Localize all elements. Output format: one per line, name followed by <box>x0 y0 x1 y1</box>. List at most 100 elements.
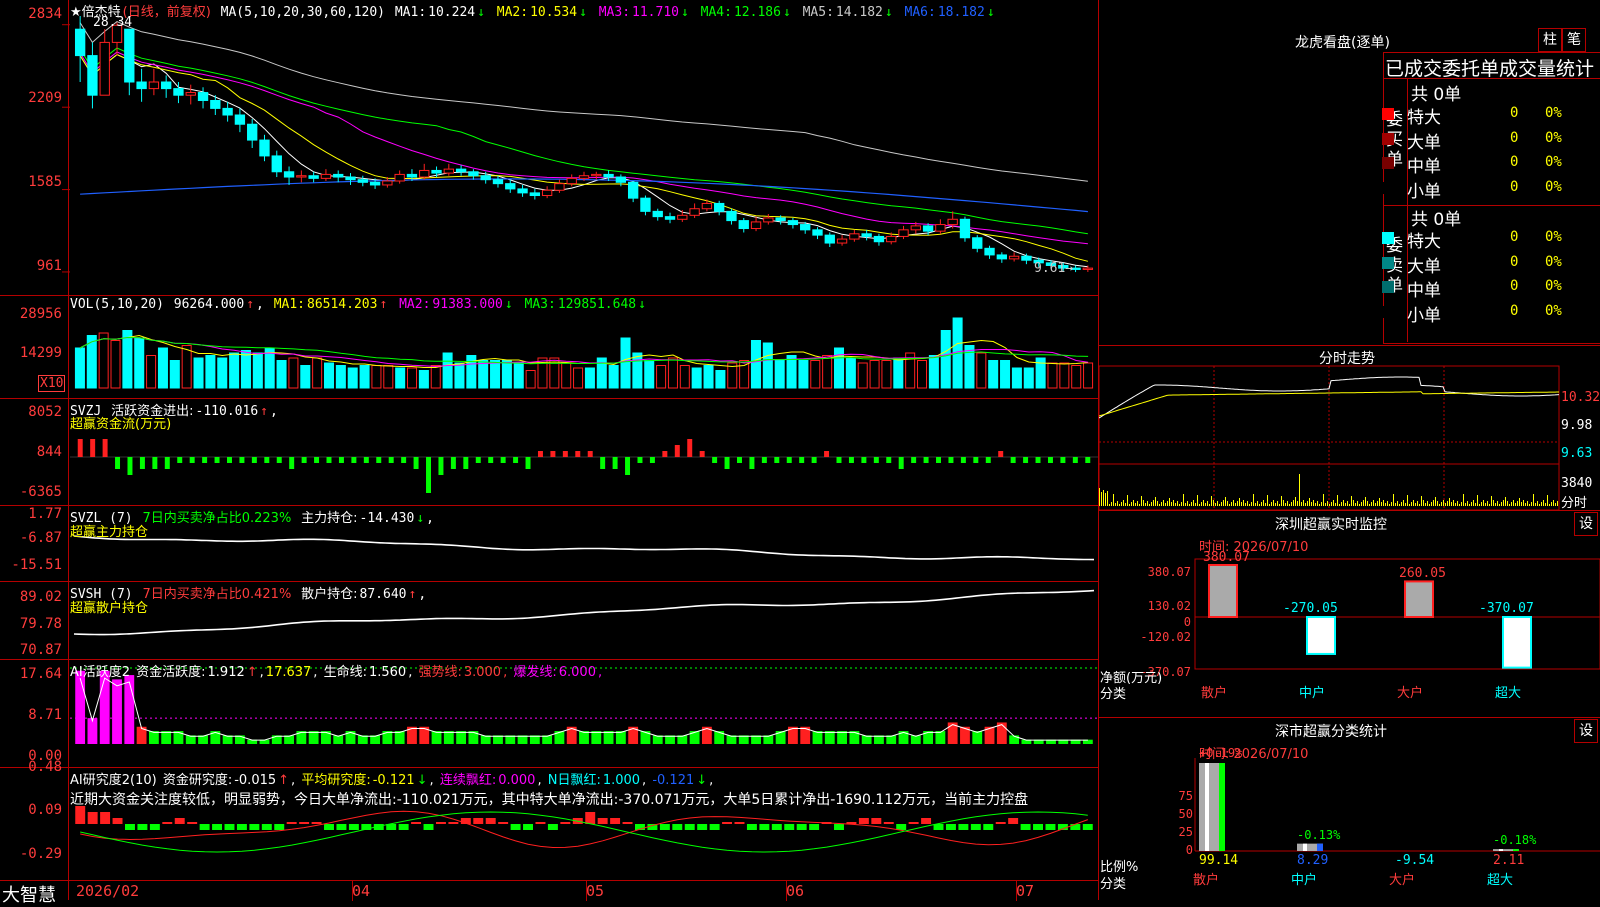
intraday-vol-bar <box>1507 501 1508 506</box>
candle-body <box>836 238 848 244</box>
classify-category: 大户 <box>1389 873 1416 888</box>
classify-panel[interactable]: 深市超赢分类统计 设 时间: 2026/07/10 75 50 25 0 比例%… <box>1099 718 1600 900</box>
tick-mode-button[interactable]: 笔 <box>1562 28 1586 52</box>
fund-flow-bar <box>1085 457 1091 463</box>
fund-flow-bar <box>1047 457 1053 463</box>
ai2-value: -0.015 <box>234 773 277 788</box>
intraday-vol-bar <box>1339 504 1340 506</box>
candle-body <box>74 28 86 57</box>
svzj-arrow: ↑ <box>260 404 268 419</box>
research-bar <box>921 818 932 824</box>
intraday-chart[interactable] <box>1099 346 1600 510</box>
intraday-vol-bar <box>1319 504 1320 506</box>
intraday-vol-bar <box>1259 504 1260 506</box>
volume-bar <box>1000 360 1011 389</box>
intraday-vol-bar <box>1167 501 1168 506</box>
candle <box>419 163 430 180</box>
intraday-vol-bar <box>1529 504 1530 506</box>
candle-body <box>369 181 381 186</box>
research-bar <box>261 824 272 830</box>
intraday-price-high: 10.32 <box>1561 390 1600 405</box>
monitor-bar <box>1502 616 1532 669</box>
candle-body <box>947 218 958 226</box>
intraday-vol-bar <box>1487 501 1488 506</box>
svzj-panel[interactable]: SVZJ 活跃资金进出: -110.016 ↑, 超赢资金流(万元) 8052 84… <box>0 399 1098 505</box>
volume-bar <box>229 352 240 389</box>
candle <box>468 169 479 180</box>
intraday-vol-bar <box>1327 501 1328 506</box>
candle-body <box>234 114 246 125</box>
intraday-vol-bar <box>1273 500 1274 506</box>
monitor-panel[interactable]: 深圳超赢实时监控 设 时间: 2026/07/10 380.07 130.02 … <box>1099 511 1600 717</box>
ai-activity-panel[interactable]: AI活跃度2 资金活跃度: 1.912 ↑, 17.637, 生命线: 1.560, 强… <box>0 660 1098 767</box>
volume-bar <box>881 360 892 389</box>
volume-bar <box>395 367 406 389</box>
intraday-vol-bar <box>1425 503 1426 506</box>
classify-bar-accent <box>1513 849 1519 851</box>
intraday-vol-bar <box>1511 502 1512 506</box>
intraday-vol-bar <box>1427 501 1428 506</box>
research-bar <box>622 822 633 824</box>
fund-flow-bar <box>1035 457 1041 463</box>
fund-flow-bar <box>102 439 108 457</box>
intraday-panel[interactable]: 分时走势 10.32 9.98 9.63 3840 分时 <box>1099 346 1600 511</box>
category-count: 0 <box>1510 154 1519 170</box>
fund-flow-bar <box>363 457 369 463</box>
monitor-bar <box>1208 564 1238 618</box>
fund-flow-bar <box>960 457 966 463</box>
classify-bar <box>1199 763 1225 851</box>
volume-bar <box>335 365 346 389</box>
ai-research-panel[interactable]: AI研究度2(10) 资金研究度: -0.015 ↑, 平均研究度: -0.121 ↓,… <box>0 759 1098 880</box>
x-tick: 04 <box>352 882 371 900</box>
volume-bar <box>323 362 335 389</box>
kline-chart[interactable] <box>0 0 1098 295</box>
research-bar <box>348 824 359 830</box>
intraday-vol-bar <box>1161 502 1162 506</box>
intraday-vol-bar <box>1353 500 1354 506</box>
research-bar <box>174 818 185 824</box>
intraday-vol-bar <box>1355 503 1356 506</box>
category-count: 0 <box>1510 129 1519 146</box>
candle <box>87 42 98 109</box>
classify-bar-stripe <box>1499 849 1503 851</box>
candle <box>750 216 762 232</box>
intraday-vol-bar <box>1243 500 1244 506</box>
research-bar <box>610 818 621 824</box>
volume-panel[interactable]: VOL(5,10,20) 96264.000 ↑, MA1: 86514.203 ↑ … <box>0 296 1098 398</box>
research-bar <box>995 822 1006 824</box>
activity-bar <box>935 731 946 744</box>
candle <box>394 170 405 184</box>
volume-bar <box>584 367 595 389</box>
intraday-vol-bar <box>1157 501 1158 506</box>
intraday-vol-bar <box>1417 501 1418 506</box>
research-bar <box>709 824 720 830</box>
fund-flow-bar <box>1060 457 1066 463</box>
candle-body <box>922 225 934 232</box>
ai1-tick: 8.71 <box>28 707 62 723</box>
research-bar <box>498 822 509 824</box>
svsh-tick: 70.87 <box>19 642 62 658</box>
volume-bar <box>739 360 750 389</box>
bar-mode-button[interactable]: 柱 <box>1538 28 1562 52</box>
vol-ma-value: 86514.203 <box>307 297 378 312</box>
candle-body <box>996 254 1008 260</box>
intraday-vol-bar <box>1455 503 1456 506</box>
intraday-vol-bar <box>1309 498 1310 506</box>
kline-panel[interactable]: ★倍杰特 (日线，前复权) MA(5,10,20,30,60,120) MA1: 1… <box>0 0 1098 295</box>
svsh-panel[interactable]: SVSH (7) 7日内买卖净占比0.421% 散户持仓: 87.640 ↑, 超赢… <box>0 582 1098 659</box>
intraday-vol-bar <box>1297 501 1298 506</box>
classify-bar <box>1493 849 1519 851</box>
category-name: 大单 <box>1407 256 1441 277</box>
candle <box>689 203 700 218</box>
candle <box>234 108 246 133</box>
intraday-vol-bar <box>1267 495 1268 506</box>
volume-legend: VOL(5,10,20) 96264.000 ↑, MA1: 86514.203 ↑ … <box>70 297 646 312</box>
svzl-panel[interactable]: SVZL (7) 7日内买卖净占比0.223% 主力持仓: -14.430 ↓, 超… <box>0 506 1098 581</box>
candle <box>333 170 344 183</box>
candle <box>173 82 184 104</box>
candle-body <box>148 81 160 90</box>
fund-flow-bar <box>774 457 780 463</box>
fund-flow-bar <box>537 451 543 457</box>
candle-body <box>296 175 307 178</box>
volume-bar <box>786 355 797 389</box>
